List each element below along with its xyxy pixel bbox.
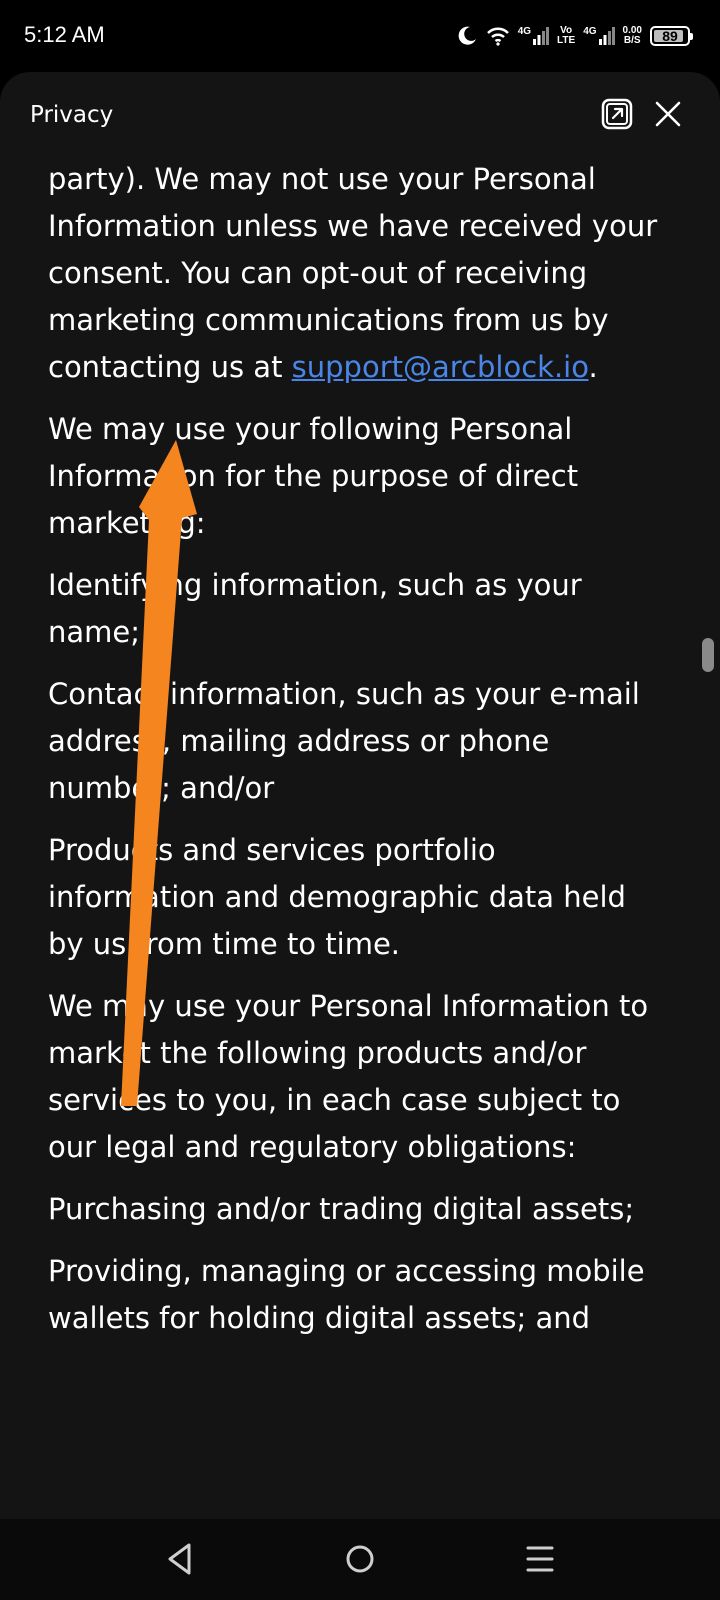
volte-indicator: Vo LTE [557,25,576,46]
close-icon [654,100,682,132]
network-type-1: 4G [517,26,532,37]
menu-icon [524,1544,556,1578]
paragraph: party). We may not use your Personal Inf… [48,162,658,384]
back-icon [165,1542,195,1580]
mobile-signal-2: 4G [583,26,615,45]
sheet-header: Privacy [0,72,720,162]
navigation-bar [0,1519,720,1600]
open-external-button[interactable] [597,96,637,136]
network-speed: 0.00 B/S [622,25,642,46]
network-type-2: 4G [583,26,597,37]
close-button[interactable] [648,96,688,136]
status-bar: 5:12 AM 4G Vo LTE 4G 0.00 B/S 89 [0,0,720,72]
paragraph: We may use your Personal Information to … [48,989,649,1164]
list-item: Products and services portfolio informat… [48,833,626,961]
support-email-link[interactable]: support@arcblock.io [292,350,589,384]
status-time: 5:12 AM [24,22,105,47]
scrollbar-thumb[interactable] [702,638,714,672]
open-external-icon [601,98,633,134]
battery-icon: 89 [650,26,693,46]
mobile-signal-1: 4G [517,26,550,45]
list-item: Purchasing and/or trading digital assets… [48,1192,635,1226]
wifi-icon [486,26,510,46]
privacy-sheet: Privacy party). We may not use your Pers… [0,72,720,1519]
back-button[interactable] [156,1537,204,1585]
list-item: Contact information, such as your e-mail… [48,677,640,805]
signal-icon [598,27,615,45]
list-item: Identifying information, such as your na… [48,568,582,649]
recents-button[interactable] [516,1537,564,1585]
home-button[interactable] [336,1537,384,1585]
moon-icon [456,25,478,47]
privacy-content: party). We may not use your Personal Inf… [48,156,668,1357]
sheet-title: Privacy [30,102,114,128]
list-item: Providing, managing or accessing mobile … [48,1254,645,1335]
signal-icon [533,27,550,45]
home-icon [344,1543,376,1579]
status-icons: 4G Vo LTE 4G 0.00 B/S 89 [456,20,693,52]
battery-level: 89 [662,28,678,44]
paragraph: We may use your following Personal Infor… [48,412,579,540]
